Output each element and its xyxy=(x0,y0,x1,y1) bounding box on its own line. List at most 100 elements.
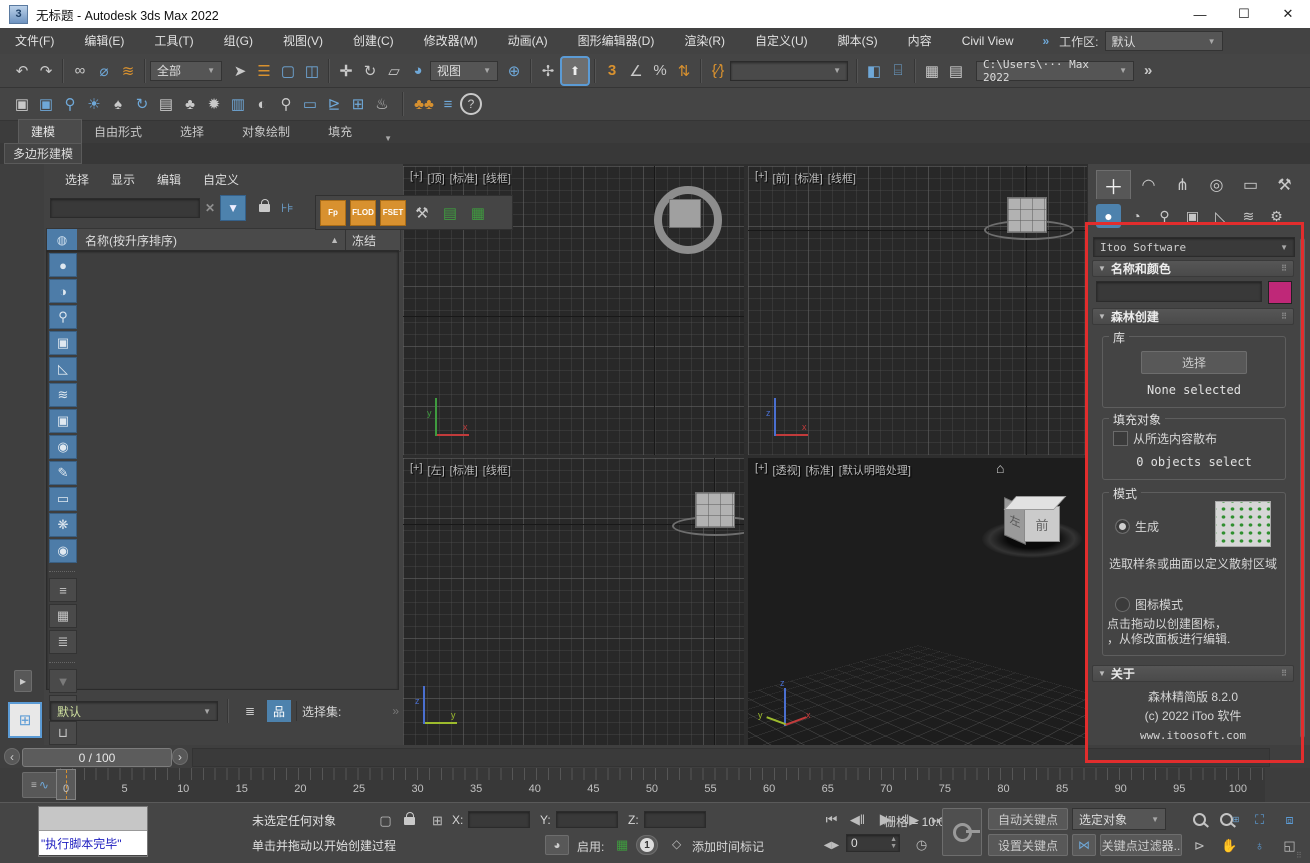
viewport-left[interactable]: [+] [左] [标准] [线框] z y xyxy=(403,458,744,745)
display-column-icon[interactable]: ◍ xyxy=(47,229,77,251)
maximize-button[interactable]: ☐ xyxy=(1222,0,1266,28)
undo-icon[interactable]: ↶ xyxy=(10,59,34,83)
lights-filter-icon[interactable]: ⚲ xyxy=(49,305,77,329)
generate-radio-label[interactable]: 生成 xyxy=(1135,518,1159,535)
forest-tools-icon[interactable]: ⚒ xyxy=(410,201,434,225)
filter-config-icon[interactable]: ▼ xyxy=(49,669,77,693)
explorer-menu-item[interactable]: 选择 xyxy=(54,171,100,188)
shapes-category-icon[interactable]: ◔ xyxy=(1124,204,1149,228)
geometry-filter-icon[interactable]: ● xyxy=(49,253,77,277)
forest-rollout-header[interactable]: ▼森林创建⠿ xyxy=(1092,308,1294,325)
lights-category-icon[interactable]: ⚲ xyxy=(1152,204,1177,228)
teapot-render-icon[interactable]: ♨ xyxy=(370,92,394,116)
viewport-menu-button[interactable]: [+] xyxy=(755,462,768,478)
object-name-field[interactable] xyxy=(1096,281,1262,302)
viewport-menu-button[interactable]: [+] xyxy=(410,170,423,186)
zoom-extents-all-icon[interactable]: ⧈ xyxy=(1276,809,1303,830)
bulb-icon[interactable]: ⚲ xyxy=(274,92,298,116)
time-slider-handle[interactable]: 0 / 100 xyxy=(22,748,172,767)
layers-stack-icon[interactable]: ≣ xyxy=(238,699,262,723)
monitor-icon[interactable]: ▭ xyxy=(298,92,322,116)
unlink-selection-icon[interactable]: ⌀ xyxy=(92,59,116,83)
expand-panel-button[interactable]: ▸ xyxy=(14,670,32,692)
forest-lister-icon[interactable]: ▤ xyxy=(438,201,462,225)
hierarchy-tab[interactable]: ⋔ xyxy=(1166,171,1199,199)
edit-named-selection-icon[interactable]: {⁄} xyxy=(706,59,730,83)
forest-stats-icon[interactable]: ▦ xyxy=(466,201,490,225)
select-and-manipulate-icon[interactable]: ✢ xyxy=(536,59,560,83)
ribbon-tab[interactable]: 建模 xyxy=(18,119,82,143)
select-object-icon[interactable]: ➤ xyxy=(228,59,252,83)
xrefs-filter-icon[interactable]: ◉ xyxy=(49,435,77,459)
toggle-layer-explorer-icon[interactable]: ▤ xyxy=(944,59,968,83)
ribbon-tab[interactable]: 对象绘制 xyxy=(230,120,316,143)
previous-frame-button[interactable]: ‹ xyxy=(4,748,20,765)
utilities-tab[interactable]: ⚒ xyxy=(1268,171,1301,199)
rectangular-selection-region-icon[interactable]: ▢ xyxy=(276,59,300,83)
viewport-front[interactable]: [+] [前] [标准] [线框] z x xyxy=(748,166,1087,455)
menu-item[interactable]: 修改器(M) xyxy=(409,28,493,54)
visibility-filter-icon[interactable]: ◉ xyxy=(49,539,77,563)
forest-doc-icon[interactable]: ≡ xyxy=(436,92,460,116)
previous-frame-icon[interactable]: ◀‖ xyxy=(844,809,871,830)
menu-item[interactable]: 自定义(U) xyxy=(740,28,823,54)
viewport-perspective[interactable]: [+] [透视] [标准] [默认明暗处理] ⌂ 左 前 z y x xyxy=(748,458,1087,745)
refresh-page-icon[interactable]: ↻ xyxy=(130,92,154,116)
viewport-style-label[interactable]: [标准] xyxy=(795,170,823,186)
viewport-view-label[interactable]: [前] xyxy=(773,170,790,186)
polygon-modeling-tab[interactable]: 多边形建模 xyxy=(4,143,82,164)
percent-snap-icon[interactable]: % xyxy=(648,59,672,83)
select-and-scale-icon[interactable]: ▱ xyxy=(382,59,406,83)
viewport-shading-label[interactable]: [线框] xyxy=(483,462,511,478)
spinner-snap-icon[interactable]: ⇅ xyxy=(672,59,696,83)
z-coordinate-field[interactable] xyxy=(644,811,706,828)
menu-item[interactable]: 内容 xyxy=(893,28,947,54)
spacewarps-category-icon[interactable]: ≋ xyxy=(1236,204,1261,228)
current-frame-field[interactable]: 0 ▲▼ xyxy=(846,834,900,852)
box-object[interactable] xyxy=(695,492,735,528)
menu-item[interactable]: 视图(V) xyxy=(268,28,338,54)
layer-dropdown[interactable]: 默认▼ xyxy=(50,701,218,721)
named-selection-dropdown[interactable]: ▼ xyxy=(730,61,848,81)
about-website[interactable]: www.itoosoft.com xyxy=(1088,726,1298,745)
auto-key-button[interactable]: 自动关键点 xyxy=(988,808,1068,830)
go-to-start-icon[interactable]: ⏮ xyxy=(818,809,845,830)
forest-pack-button[interactable]: FLOD xyxy=(350,200,376,226)
workspace-dropdown[interactable]: 默认▼ xyxy=(1105,31,1223,51)
zoom-all-icon[interactable]: ⊞ xyxy=(1216,809,1243,830)
snap-toggle-3d-icon[interactable]: 3 xyxy=(600,59,624,83)
shapes-filter-icon[interactable]: ◑ xyxy=(49,279,77,303)
y-coordinate-field[interactable] xyxy=(556,811,618,828)
window-crossing-icon[interactable]: ◫ xyxy=(300,59,324,83)
time-slider-track[interactable] xyxy=(192,748,1270,767)
set-key-button[interactable]: 设置关键点 xyxy=(988,834,1068,856)
viewcube[interactable]: 左 前 xyxy=(980,496,1084,564)
close-button[interactable]: ✕ xyxy=(1266,0,1310,28)
explorer-overflow-icon[interactable]: » xyxy=(392,704,399,718)
name-color-rollout-header[interactable]: ▼名称和颜色⠿ xyxy=(1092,260,1294,277)
menu-item[interactable]: 工具(T) xyxy=(139,28,208,54)
menu-item[interactable]: 组(G) xyxy=(209,28,268,54)
menu-item[interactable]: 图形编辑器(D) xyxy=(563,28,670,54)
help-icon[interactable]: ? xyxy=(460,93,482,115)
modify-tab[interactable]: ◠ xyxy=(1132,171,1165,199)
curve-editor-button[interactable]: ≡∿ xyxy=(22,772,58,798)
hierarchy-view-icon[interactable]: ⊦⊧ xyxy=(281,201,294,215)
particles-filter-icon[interactable]: ❋ xyxy=(49,513,77,537)
lock-icon[interactable] xyxy=(259,204,270,212)
menu-item[interactable]: 动画(A) xyxy=(493,28,563,54)
menu-item[interactable]: Civil View xyxy=(947,28,1029,54)
box-object[interactable] xyxy=(669,199,701,228)
grid-view-icon[interactable]: ▦ xyxy=(49,604,77,628)
explorer-list[interactable]: ● ◑ ⚲ ▣ ◺ ≋ ▣ ◉ ✎ ▭ ❋ ◉ ≡ ▦ ≣ ▼ ▼ ⊔ xyxy=(46,250,399,690)
select-and-rotate-icon[interactable]: ↻ xyxy=(358,59,382,83)
transform-gizmo-icon[interactable]: ⊞ xyxy=(424,810,451,831)
icon-mode-radio[interactable] xyxy=(1115,597,1130,612)
ribbon-caret-icon[interactable]: ▼ xyxy=(384,134,392,143)
viewport-shading-label[interactable]: [线框] xyxy=(483,170,511,186)
zoom-extents-icon[interactable]: ⛶ xyxy=(1246,809,1273,830)
enabled-dot-icon[interactable]: ▦ xyxy=(616,837,628,853)
viewport-shading-label[interactable]: [默认明暗处理] xyxy=(839,462,911,478)
orbit-icon[interactable]: ♁ xyxy=(1246,835,1273,856)
display-tab[interactable]: ▭ xyxy=(1234,171,1267,199)
